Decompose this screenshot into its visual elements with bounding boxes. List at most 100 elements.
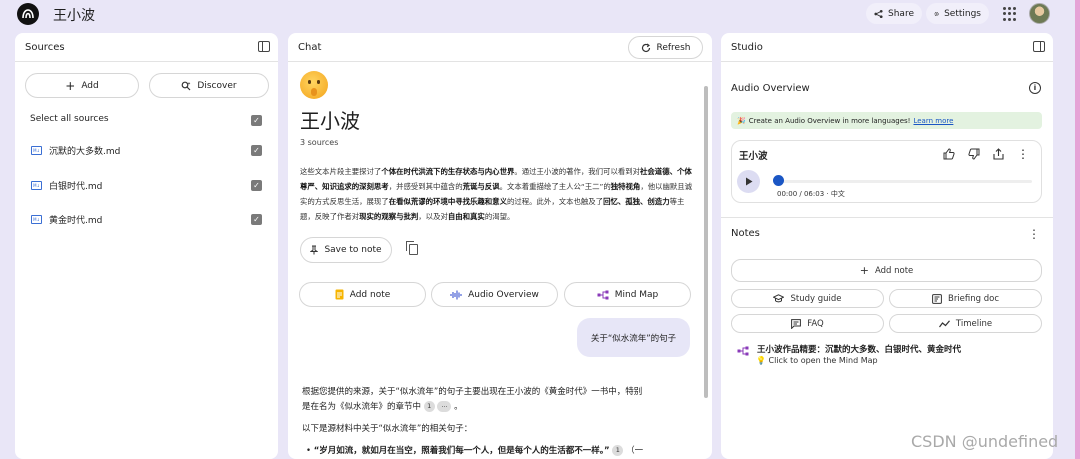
share-label: Share xyxy=(888,8,914,19)
refresh-button[interactable]: Refresh xyxy=(628,36,703,59)
study-guide-button[interactable]: Study guide xyxy=(731,289,884,308)
more-options-icon[interactable]: ⋮ xyxy=(1017,148,1029,160)
summary-highlight: 荒诞与反讽 xyxy=(462,182,500,191)
summary-text: 的过程。此外，文本也触及了 xyxy=(506,197,604,206)
source-name: 白银时代.md xyxy=(49,182,103,192)
study-guide-label: Study guide xyxy=(790,293,842,304)
add-note-label: Add note xyxy=(874,265,914,276)
studio-panel: Studio Audio Overview i 🎉 Create an Audi… xyxy=(721,33,1053,459)
plus-icon: + xyxy=(65,78,76,93)
select-all-label: Select all sources xyxy=(30,114,109,124)
response-line: 根据您提供的来源，关于“似水流年”的句子主要出现在王小波的《黄金时代》一书中，特… xyxy=(302,387,643,397)
source-item[interactable]: M↓ 沉默的大多数.md xyxy=(31,144,120,157)
refresh-icon xyxy=(641,43,650,52)
sources-panel: Sources + Add Discover Select all source… xyxy=(15,33,278,459)
faq-chat-icon xyxy=(791,318,802,329)
add-note-action-button[interactable]: Add note xyxy=(299,282,426,307)
summary-text: 这些文本片段主要探讨了 xyxy=(300,167,382,176)
timeline-icon xyxy=(938,319,950,327)
notebooklm-logo-icon[interactable] xyxy=(17,3,39,25)
settings-button[interactable]: Settings xyxy=(926,3,989,24)
collapse-panel-icon[interactable] xyxy=(258,41,270,52)
notes-more-icon[interactable]: ⋮ xyxy=(1028,228,1040,240)
notebook-title[interactable]: 王小波 xyxy=(53,5,95,25)
source-item[interactable]: M↓ 白银时代.md xyxy=(31,179,102,192)
chat-title: Chat xyxy=(298,41,322,53)
audio-time-language: 00:00 / 06:03 · 中文 xyxy=(777,190,845,198)
add-note-button[interactable]: + Add note xyxy=(731,259,1042,282)
citation-more-chip[interactable]: ... xyxy=(437,401,452,412)
response-line: 以下是源材料中关于“似水流年”的相关句子： xyxy=(302,424,473,434)
chat-scrollbar[interactable] xyxy=(704,86,708,398)
add-note-action-label: Add note xyxy=(349,289,391,300)
audio-title: 王小波 xyxy=(739,151,768,162)
source-checkbox[interactable]: ✓ xyxy=(251,145,262,156)
learn-more-link[interactable]: Learn more xyxy=(913,117,953,125)
audio-wave-icon xyxy=(450,290,462,299)
collapse-panel-icon[interactable] xyxy=(1033,41,1045,52)
thumbs-up-icon[interactable] xyxy=(943,148,955,160)
summary-text: ，以及对 xyxy=(418,212,448,221)
audio-overview-action-label: Audio Overview xyxy=(468,289,539,300)
mind-map-icon xyxy=(597,290,609,299)
faq-label: FAQ xyxy=(807,318,824,329)
shushing-emoji-icon xyxy=(300,71,328,99)
summary-text: 。文本着重描绘了主人公“王二”的 xyxy=(499,182,611,191)
audio-progress-handle[interactable] xyxy=(773,175,784,186)
summary-highlight: 回忆、孤独、创造力 xyxy=(603,197,670,206)
add-source-label: Add xyxy=(81,80,99,91)
user-avatar[interactable] xyxy=(1029,3,1050,24)
bullet-dot: • xyxy=(306,446,312,456)
source-item[interactable]: M↓ 黄金时代.md xyxy=(31,213,102,226)
share-upload-icon[interactable] xyxy=(993,148,1004,160)
save-to-note-button[interactable]: Save to note xyxy=(300,237,392,263)
studio-title: Studio xyxy=(731,41,763,53)
citation-chip[interactable]: 1 xyxy=(612,445,624,456)
select-all-checkbox[interactable]: ✓ xyxy=(251,115,262,126)
summary-highlight: 个体在时代洪流下的生存状态与内心世界 xyxy=(381,167,515,176)
discover-button[interactable]: Discover xyxy=(149,73,269,98)
mind-map-note-title[interactable]: 王小波作品精要：沉默的大多数、白银时代、黄金时代 xyxy=(757,343,961,355)
plus-icon: + xyxy=(859,264,869,277)
chat-notebook-title: 王小波 xyxy=(300,109,360,133)
response-line: 是在名为《似水流年》的章节中 1 ... 。 xyxy=(302,400,463,414)
sources-title: Sources xyxy=(25,41,65,53)
mind-map-note-icon xyxy=(737,346,749,356)
thumbs-down-icon[interactable] xyxy=(968,148,980,160)
share-icon xyxy=(874,9,883,18)
note-icon xyxy=(335,289,344,300)
select-all-text: Select all sources xyxy=(30,114,109,124)
citation-chip[interactable]: 1 xyxy=(423,401,435,412)
banner-text: Create an Audio Overview in more languag… xyxy=(748,116,911,125)
timeline-button[interactable]: Timeline xyxy=(889,314,1042,333)
discover-search-icon xyxy=(182,81,191,90)
briefing-doc-icon xyxy=(932,293,942,304)
play-button[interactable] xyxy=(737,170,760,193)
share-button[interactable]: Share xyxy=(866,3,922,24)
markdown-file-icon: M↓ xyxy=(31,146,42,155)
info-icon[interactable]: i xyxy=(1029,82,1041,94)
audio-progress-track[interactable] xyxy=(777,180,1032,183)
mind-map-action-button[interactable]: Mind Map xyxy=(564,282,691,307)
source-count: 3 sources xyxy=(300,138,339,147)
languages-banner: 🎉 Create an Audio Overview in more langu… xyxy=(731,112,1042,129)
source-checkbox[interactable]: ✓ xyxy=(251,180,262,191)
sources-header: Sources xyxy=(15,33,278,62)
summary-highlight: 自由和真实 xyxy=(447,212,485,221)
apps-grid-icon[interactable] xyxy=(1003,7,1017,21)
studio-header: Studio xyxy=(721,33,1053,62)
audio-overview-action-button[interactable]: Audio Overview xyxy=(431,282,558,307)
summary-highlight: 现实的观察与批判 xyxy=(359,212,419,221)
bullet-tail: （一 xyxy=(626,446,644,456)
source-checkbox[interactable]: ✓ xyxy=(251,214,262,225)
add-source-button[interactable]: + Add xyxy=(25,73,139,98)
audio-overview-heading: Audio Overview xyxy=(731,83,810,94)
faq-button[interactable]: FAQ xyxy=(731,314,884,333)
briefing-doc-button[interactable]: Briefing doc xyxy=(889,289,1042,308)
party-popper-icon: 🎉 xyxy=(737,116,746,125)
mind-map-note-subtitle: 💡 Click to open the Mind Map xyxy=(756,356,878,365)
copy-icon[interactable] xyxy=(406,241,418,255)
audio-card-actions: ⋮ xyxy=(943,148,1029,160)
section-divider xyxy=(721,217,1053,218)
markdown-file-icon: M↓ xyxy=(31,215,42,224)
